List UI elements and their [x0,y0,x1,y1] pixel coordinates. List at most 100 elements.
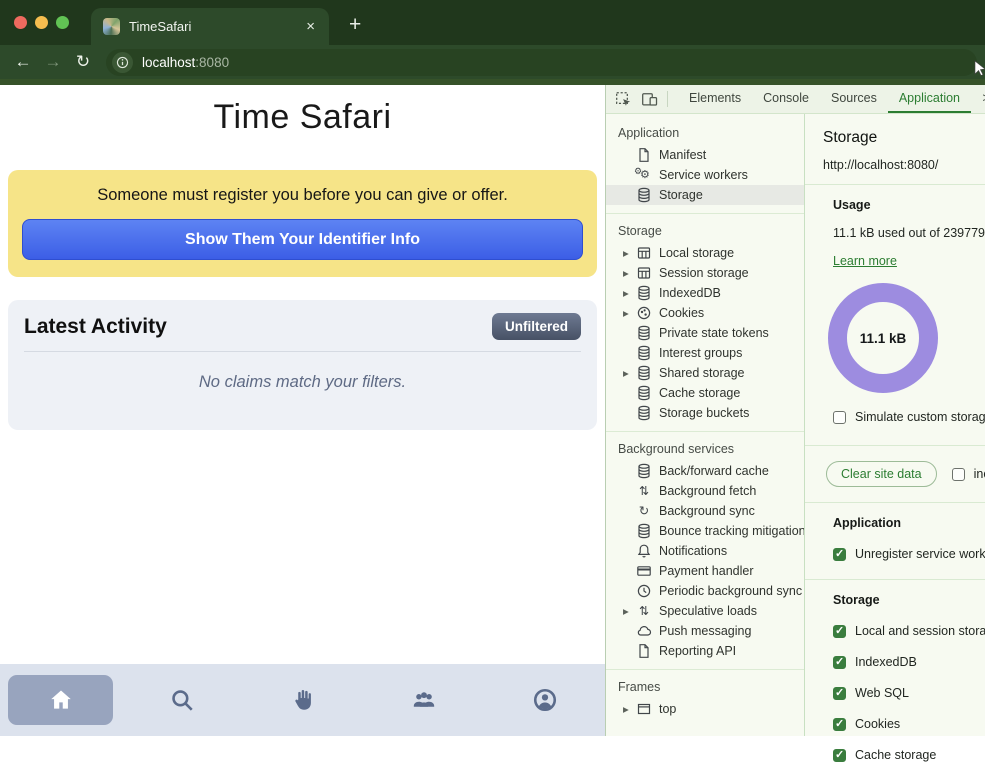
expander-icon[interactable]: ▶ [623,607,636,616]
nav-item-search[interactable] [121,664,242,736]
sidebar-item-session-storage[interactable]: ▶Session storage [606,263,804,283]
reload-icon[interactable]: ↻ [68,52,98,72]
nav-item-hand[interactable] [242,664,363,736]
browser-toolbar: ← → ↻ localhost:8080 [0,45,985,79]
expander-icon[interactable]: ▶ [623,705,636,714]
tree-section-title-background-services: Background services [606,437,804,461]
sidebar-item-storage[interactable]: Storage [606,185,804,205]
checkbox-local-and-session-storage[interactable] [833,625,846,638]
third-party-cookies-row: including third-party cookies [952,467,985,481]
clear-site-data-button[interactable]: Clear site data [826,461,937,487]
tab-favicon-icon [103,18,120,35]
tree-item-label: Reporting API [659,644,736,658]
updown-icon: ⇅ [636,603,652,619]
third-party-cookies-checkbox[interactable] [952,468,965,481]
expander-icon[interactable]: ▶ [623,269,636,278]
sidebar-item-background-sync[interactable]: ↻Background sync [606,501,804,521]
back-icon[interactable]: ← [8,52,38,72]
tree-item-label: Local storage [659,246,734,260]
sidebar-item-reporting-api[interactable]: Reporting API [606,641,804,661]
nav-item-people[interactable] [363,664,484,736]
nav-item-profile[interactable] [484,664,605,736]
sidebar-item-bounce-tracking-mitigations[interactable]: Bounce tracking mitigations [606,521,804,541]
panel-title: Storage [823,129,985,147]
sidebar-item-speculative-loads[interactable]: ▶⇅ Speculative loads [606,601,804,621]
devtools-sidebar: ApplicationManifest⚙⚙Service workersStor… [606,114,805,736]
site-info-icon[interactable] [112,52,133,73]
database-icon [636,405,652,421]
registration-alert: Someone must register you before you can… [8,170,597,277]
simulate-quota-checkbox[interactable] [833,411,846,424]
show-identifier-info-button[interactable]: Show Them Your Identifier Info [22,219,583,260]
checkbox-row-web-sql: Web SQL [833,686,985,700]
url-host: localhost [142,55,195,70]
browser-tab[interactable]: TimeSafari × [91,8,329,45]
devtools-tab-application[interactable]: Application [888,85,971,113]
address-bar[interactable]: localhost:8080 [106,49,977,76]
close-window-button[interactable] [14,16,27,29]
browser-tab-bar: TimeSafari × + [0,0,985,45]
active-nav-pill [8,675,113,725]
bell-icon [636,543,652,559]
sidebar-item-cache-storage[interactable]: Cache storage [606,383,804,403]
tree-item-label: top [659,702,676,716]
sidebar-item-service-workers[interactable]: ⚙⚙Service workers [606,165,804,185]
database-icon [636,325,652,341]
checkbox-unregister-service-workers[interactable] [833,548,846,561]
sidebar-item-indexeddb[interactable]: ▶IndexedDB [606,283,804,303]
nav-item-home[interactable] [0,664,121,736]
sidebar-item-payment-handler[interactable]: Payment handler [606,561,804,581]
zoom-window-button[interactable] [56,16,69,29]
usage-text: 11.1 kB used out of 239779 MB storage qu… [833,226,985,240]
sidebar-item-top[interactable]: ▶ top [606,699,804,719]
tree-item-label: Speculative loads [659,604,757,618]
checkbox-cache-storage[interactable] [833,749,846,762]
tree-item-label: Cache storage [659,386,740,400]
devtools-tab-elements[interactable]: Elements [678,85,752,113]
checkbox-cookies[interactable] [833,718,846,731]
tree-section-divider [606,669,804,670]
unfiltered-button[interactable]: Unfiltered [492,313,581,340]
sidebar-item-periodic-background-sync[interactable]: Periodic background sync [606,581,804,601]
panel-header: Storage http://localhost:8080/ [805,114,985,184]
sidebar-item-background-fetch[interactable]: ⇅Background fetch [606,481,804,501]
people-icon [411,687,437,713]
minimize-window-button[interactable] [35,16,48,29]
app-page: Time Safari Someone must register you be… [0,85,605,736]
mouse-cursor-icon [973,60,985,76]
tree-section-title-application: Application [606,121,804,145]
tree-item-label: Bounce tracking mitigations [659,524,805,538]
sidebar-item-local-storage[interactable]: ▶ Local storage [606,243,804,263]
expander-icon[interactable]: ▶ [623,289,636,298]
sidebar-item-private-state-tokens[interactable]: Private state tokens [606,323,804,343]
learn-more-link[interactable]: Learn more [833,254,897,268]
sidebar-item-push-messaging[interactable]: Push messaging [606,621,804,641]
tree-item-label: Storage buckets [659,406,749,420]
inspect-element-icon[interactable] [615,91,632,108]
checkbox-web-sql[interactable] [833,687,846,700]
sidebar-item-interest-groups[interactable]: Interest groups [606,343,804,363]
sidebar-item-storage-buckets[interactable]: Storage buckets [606,403,804,423]
tree-section-title-storage: Storage [606,219,804,243]
checkbox-indexeddb[interactable] [833,656,846,669]
expander-icon[interactable]: ▶ [623,369,636,378]
forward-icon[interactable]: → [38,52,68,72]
expander-icon[interactable]: ▶ [623,309,636,318]
sidebar-item-manifest[interactable]: Manifest [606,145,804,165]
storage-clear-list: Local and session storageIndexedDBWeb SQ… [833,624,985,762]
tree-item-label: Background fetch [659,484,756,498]
tab-close-icon[interactable]: × [304,18,317,35]
device-toolbar-icon[interactable] [641,91,658,108]
devtools-tabs: ElementsConsoleSourcesApplication [678,85,971,113]
sidebar-item-cookies[interactable]: ▶Cookies [606,303,804,323]
sidebar-item-notifications[interactable]: Notifications [606,541,804,561]
devtools-tab-sources[interactable]: Sources [820,85,888,113]
database-icon [636,187,652,203]
usage-donut-chart: 11.1 kB [828,283,938,393]
expander-icon[interactable]: ▶ [623,249,636,258]
devtools-tab-console[interactable]: Console [752,85,820,113]
new-tab-button[interactable]: + [349,13,361,37]
sidebar-item-back-forward-cache[interactable]: Back/forward cache [606,461,804,481]
sidebar-item-shared-storage[interactable]: ▶Shared storage [606,363,804,383]
empty-claims-message: No claims match your filters. [24,373,581,392]
